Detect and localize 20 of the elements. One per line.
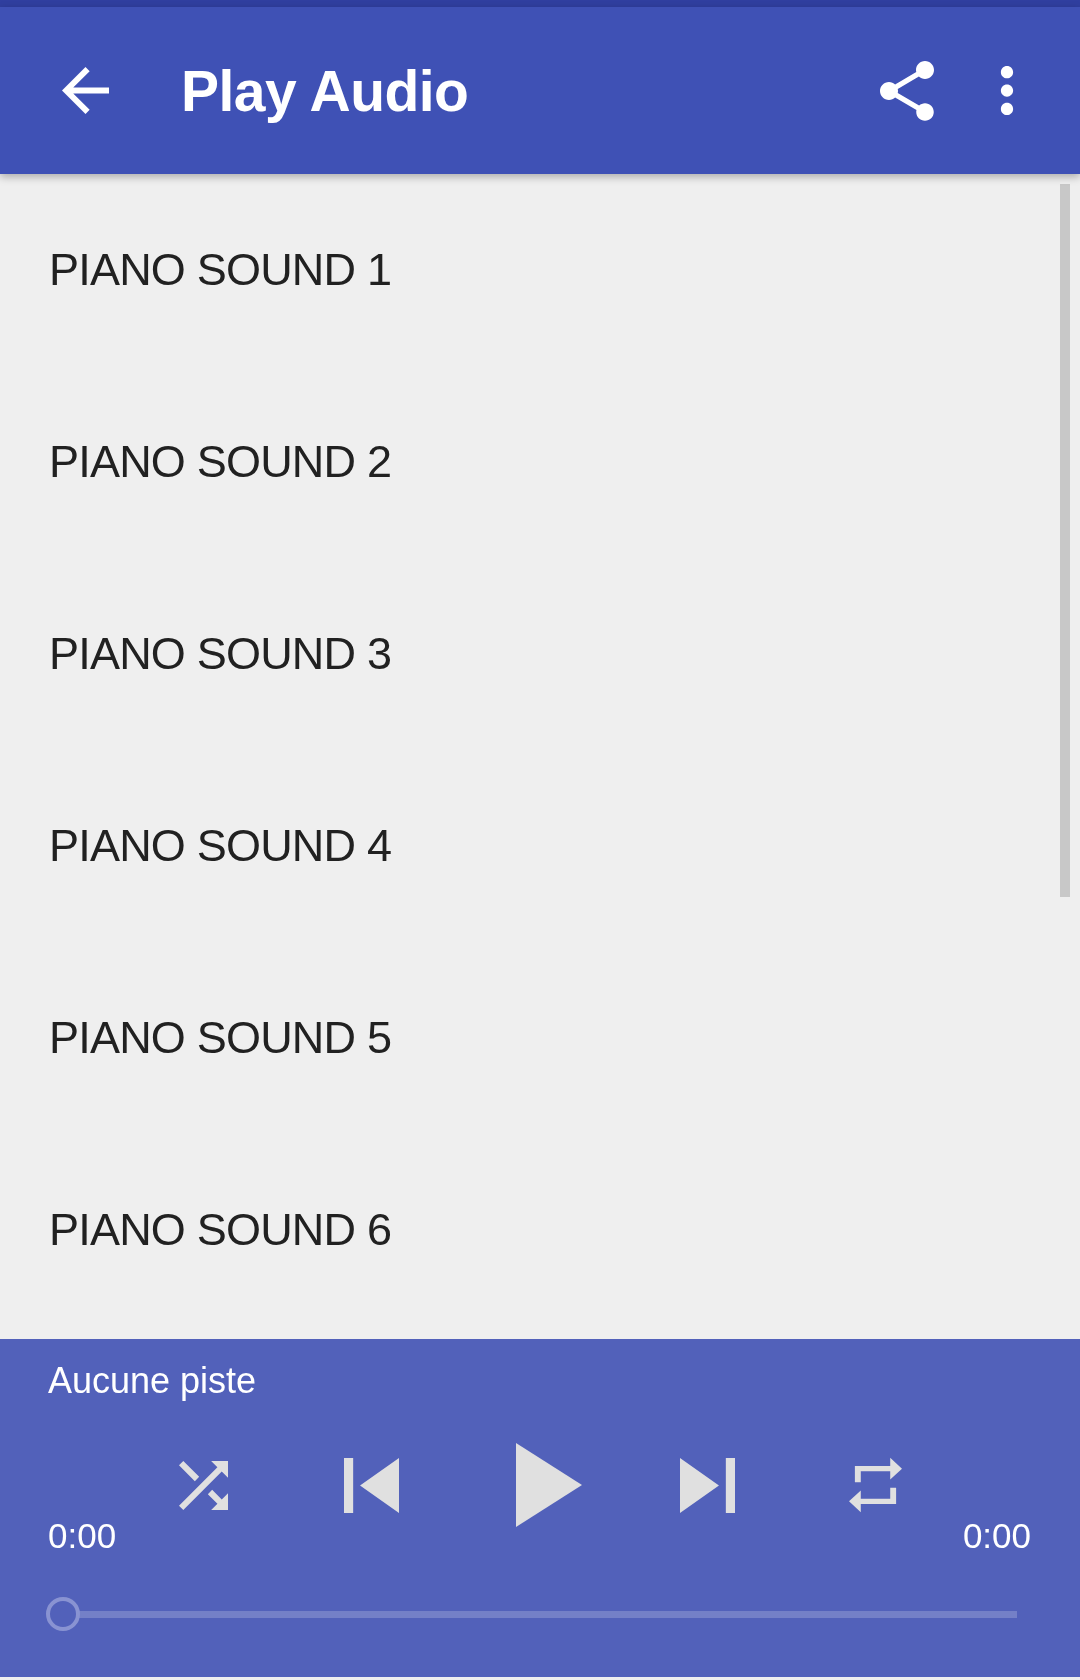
track-item[interactable]: PIANO SOUND 3 xyxy=(0,558,1080,750)
track-item[interactable]: PIANO SOUND 6 xyxy=(0,1134,1080,1326)
track-item[interactable]: PIANO SOUND 5 xyxy=(0,942,1080,1134)
screen-title: Play Audio xyxy=(181,57,469,124)
repeat-icon xyxy=(849,1455,902,1515)
skip-previous-icon xyxy=(344,1457,399,1513)
track-item[interactable]: PIANO SOUND 4 xyxy=(0,750,1080,942)
back-arrow-icon xyxy=(61,67,109,114)
seek-thumb[interactable] xyxy=(46,1597,80,1631)
shuffle-icon xyxy=(179,1460,228,1510)
track-item[interactable]: PIANO SOUND 1 xyxy=(0,174,1080,366)
total-time: 0:00 xyxy=(962,1516,1031,1556)
current-track-title: Aucune piste xyxy=(48,1361,257,1401)
play-icon xyxy=(515,1443,582,1527)
scrollbar[interactable] xyxy=(1060,184,1070,897)
skip-next-icon xyxy=(680,1457,735,1513)
share-icon xyxy=(880,60,934,121)
more-vertical-icon xyxy=(1000,66,1014,115)
elapsed-time: 0:00 xyxy=(48,1516,117,1556)
track-item[interactable]: PIANO SOUND 2 xyxy=(0,366,1080,558)
